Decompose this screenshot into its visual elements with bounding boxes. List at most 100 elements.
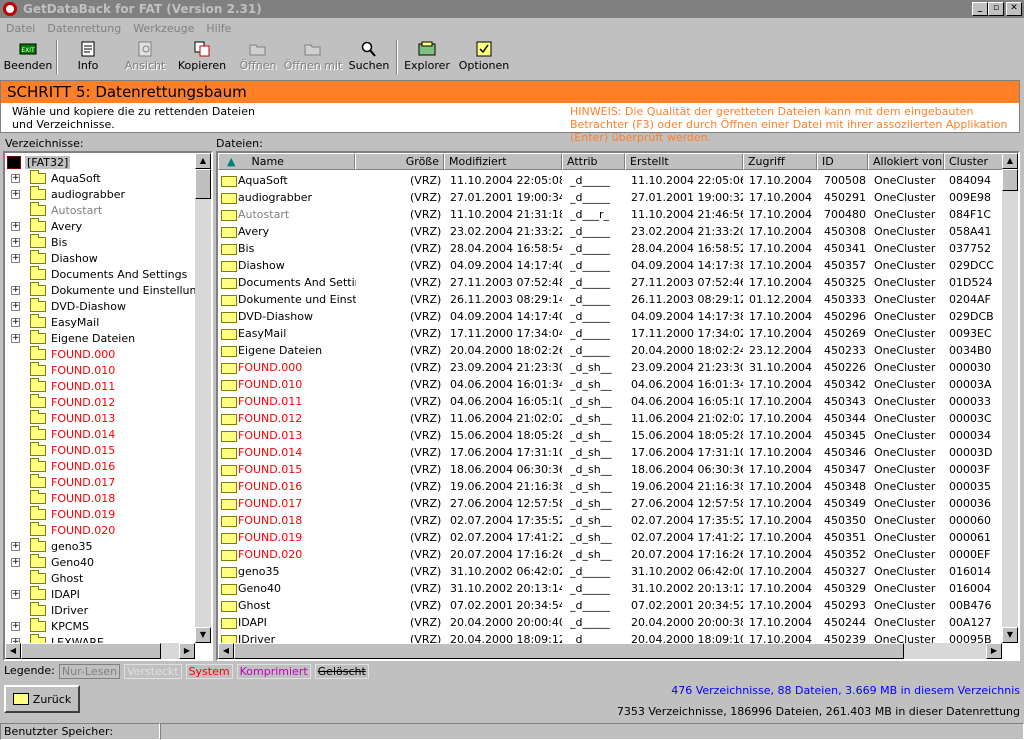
table-row[interactable]: FOUND.014 (VRZ) 17.06.2004 17:31:10 _d_sh__… xyxy=(218,444,1003,461)
table-row[interactable]: audiograbber (VRZ) 27.01.2001 19:00:34 _d__… xyxy=(218,189,1003,206)
back-button[interactable]: Zurück xyxy=(4,685,80,713)
files-vertical-scrollbar[interactable]: ▲ ▼ xyxy=(1002,153,1018,643)
close-button[interactable]: ✕ xyxy=(1006,2,1022,16)
tree-item[interactable]: FOUND.015 xyxy=(5,441,115,458)
tree-item[interactable]: Documents And Settings xyxy=(5,265,187,282)
explorer-button[interactable]: Explorer xyxy=(398,38,456,76)
table-row[interactable]: DVD-Diashow (VRZ) 04.09.2004 14:17:40 _d___… xyxy=(218,308,1003,325)
tree-item[interactable]: + audiograbber xyxy=(5,185,125,202)
menu-hilfe[interactable]: Hilfe xyxy=(206,22,231,35)
tree-item[interactable]: + Geno40 xyxy=(5,553,94,570)
tree-item[interactable]: + Avery xyxy=(5,217,82,234)
table-row[interactable]: AquaSoft (VRZ) 11.10.2004 22:05:08 _d_____ 1… xyxy=(218,172,1003,189)
expand-icon[interactable]: + xyxy=(11,317,20,327)
tree-item[interactable]: FOUND.013 xyxy=(5,409,115,426)
scroll-thumb[interactable] xyxy=(234,643,904,659)
table-row[interactable]: EasyMail (VRZ) 17.11.2000 17:34:04 _d_____ 1… xyxy=(218,325,1003,342)
table-row[interactable]: FOUND.000 (VRZ) 23.09.2004 21:23:30 _d_sh__… xyxy=(218,359,1003,376)
tree-item[interactable]: + AquaSoft xyxy=(5,169,101,186)
table-row[interactable]: FOUND.016 (VRZ) 19.06.2004 21:16:38 _d_sh__… xyxy=(218,478,1003,495)
tree-item[interactable]: + KPCMS xyxy=(5,617,89,634)
table-row[interactable]: Diashow (VRZ) 04.09.2004 14:17:40 _d_____ 04… xyxy=(218,257,1003,274)
scroll-up-arrow-icon[interactable]: ▲ xyxy=(195,153,211,169)
table-row[interactable]: FOUND.015 (VRZ) 18.06.2004 06:30:36 _d_sh__… xyxy=(218,461,1003,478)
table-row[interactable]: FOUND.018 (VRZ) 02.07.2004 17:35:52 _d_sh__… xyxy=(218,512,1003,529)
column-header[interactable]: ▲ Name xyxy=(218,153,355,170)
expand-icon[interactable]: + xyxy=(11,621,20,631)
view-button[interactable]: Ansicht xyxy=(118,38,172,76)
expand-icon[interactable]: + xyxy=(11,589,20,599)
open-with-button[interactable]: Öffnen mit xyxy=(284,38,342,76)
tree-item[interactable]: + Eigene Dateien xyxy=(5,329,135,346)
table-row[interactable]: FOUND.012 (VRZ) 11.06.2004 21:02:02 _d_sh__… xyxy=(218,410,1003,427)
tree-item[interactable]: FOUND.016 xyxy=(5,457,115,474)
expand-icon[interactable]: + xyxy=(11,253,20,263)
table-row[interactable]: FOUND.013 (VRZ) 15.06.2004 18:05:28 _d_sh__… xyxy=(218,427,1003,444)
tree-item[interactable]: Ghost xyxy=(5,569,83,586)
menu-datenrettung[interactable]: Datenrettung xyxy=(47,22,121,35)
tree-item[interactable]: FOUND.011 xyxy=(5,377,115,394)
expand-icon[interactable]: + xyxy=(11,333,20,343)
scroll-right-arrow-icon[interactable]: ▶ xyxy=(179,643,195,659)
options-button[interactable]: Optionen xyxy=(456,38,512,76)
table-row[interactable]: Geno40 (VRZ) 31.10.2002 20:13:14 _d_____ 31.… xyxy=(218,580,1003,597)
maximize-button[interactable]: ▫ xyxy=(988,2,1004,16)
tree-root[interactable]: [FAT32] xyxy=(7,154,71,170)
expand-icon[interactable]: + xyxy=(11,541,20,551)
table-row[interactable]: Avery (VRZ) 23.02.2004 21:33:22 _d_____ 23.0… xyxy=(218,223,1003,240)
tree-item[interactable]: + DVD-Diashow xyxy=(5,297,126,314)
tree-item[interactable]: IDriver xyxy=(5,601,88,618)
tree-item[interactable]: FOUND.012 xyxy=(5,393,115,410)
tree-item[interactable]: FOUND.000 xyxy=(5,345,115,362)
table-row[interactable]: FOUND.011 (VRZ) 04.06.2004 16:05:10 _d_sh__… xyxy=(218,393,1003,410)
column-header[interactable]: Cluster xyxy=(944,153,1003,170)
column-header[interactable]: Modifiziert xyxy=(444,153,562,170)
table-row[interactable]: FOUND.017 (VRZ) 27.06.2004 12:57:58 _d_sh__… xyxy=(218,495,1003,512)
scroll-left-arrow-icon[interactable]: ◀ xyxy=(218,643,234,659)
info-button[interactable]: Info xyxy=(58,38,118,76)
open-button[interactable]: Öffnen xyxy=(232,38,284,76)
table-row[interactable]: Ghost (VRZ) 07.02.2001 20:34:54 _d_____ 07.0… xyxy=(218,597,1003,614)
scroll-right-arrow-icon[interactable]: ▶ xyxy=(986,643,1002,659)
column-header[interactable]: Größe xyxy=(355,153,444,170)
table-row[interactable]: FOUND.019 (VRZ) 02.07.2004 17:41:22 _d_sh__… xyxy=(218,529,1003,546)
table-row[interactable]: IDAPI (VRZ) 20.04.2000 20:00:40 _d_____ 20.0… xyxy=(218,614,1003,631)
expand-icon[interactable]: + xyxy=(11,301,20,311)
tree-item[interactable]: + IDAPI xyxy=(5,585,80,602)
tree-item[interactable]: FOUND.018 xyxy=(5,489,115,506)
tree-item[interactable]: + Bis xyxy=(5,233,67,250)
tree-item[interactable]: FOUND.017 xyxy=(5,473,115,490)
expand-icon[interactable]: + xyxy=(11,237,20,247)
tree-item[interactable]: + EasyMail xyxy=(5,313,99,330)
scroll-thumb[interactable] xyxy=(1002,169,1018,191)
table-row[interactable]: Dokumente und Einst... (VRZ) 26.11.2003 08… xyxy=(218,291,1003,308)
expand-icon[interactable]: + xyxy=(11,557,20,567)
scroll-down-arrow-icon[interactable]: ▼ xyxy=(195,627,211,643)
tree-item[interactable]: + Diashow xyxy=(5,249,98,266)
scroll-left-arrow-icon[interactable]: ◀ xyxy=(5,643,21,659)
tree-item[interactable]: FOUND.010 xyxy=(5,361,115,378)
search-button[interactable]: Suchen xyxy=(342,38,396,76)
scroll-down-arrow-icon[interactable]: ▼ xyxy=(1002,627,1018,643)
copy-button[interactable]: Kopieren xyxy=(172,38,232,76)
column-header[interactable]: ID xyxy=(817,153,868,170)
tree-item[interactable]: FOUND.019 xyxy=(5,505,115,522)
scroll-thumb[interactable] xyxy=(21,643,161,659)
tree-item[interactable]: FOUND.020 xyxy=(5,521,115,538)
tree-horizontal-scrollbar[interactable]: ◀ ▶ xyxy=(5,643,195,659)
column-header[interactable]: Attrib xyxy=(562,153,625,170)
column-header[interactable]: Allokiert von xyxy=(868,153,944,170)
table-row[interactable]: Bis (VRZ) 28.04.2004 16:58:54 _d_____ 28.04.… xyxy=(218,240,1003,257)
menu-datei[interactable]: Datei xyxy=(6,22,35,35)
column-header[interactable]: Zugriff xyxy=(743,153,817,170)
exit-button[interactable]: EXIT Beenden xyxy=(0,38,56,76)
table-row[interactable]: geno35 (VRZ) 31.10.2002 06:42:02 _d_____ 31.… xyxy=(218,563,1003,580)
table-row[interactable]: FOUND.020 (VRZ) 20.07.2004 17:16:26 _d_sh__… xyxy=(218,546,1003,563)
expand-icon[interactable]: + xyxy=(11,189,20,199)
tree-item[interactable]: FOUND.014 xyxy=(5,425,115,442)
tree-item[interactable]: Autostart xyxy=(5,201,102,218)
column-header[interactable]: Erstellt xyxy=(625,153,743,170)
expand-icon[interactable]: + xyxy=(11,173,20,183)
minimize-button[interactable]: _ xyxy=(972,2,988,16)
expand-icon[interactable]: + xyxy=(11,285,20,295)
